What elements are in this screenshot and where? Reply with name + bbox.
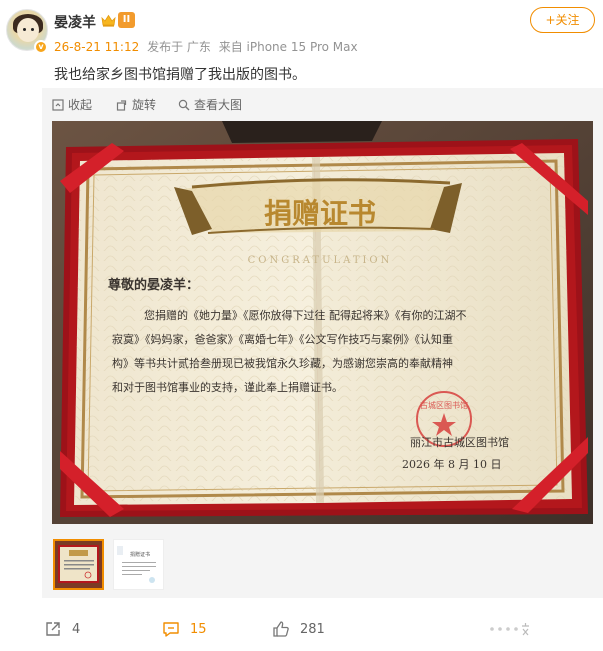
share-icon: [46, 622, 60, 636]
certificate-line-3: 构》等书共计贰拾叁册现已被我馆永久珍藏，为感谢您崇高的奉献精神: [112, 356, 453, 370]
rotate-icon: [116, 99, 127, 111]
verified-badge: v: [34, 40, 48, 54]
crown-icon: [101, 14, 116, 27]
like-icon: [273, 621, 289, 637]
svg-text:古城区图书馆: 古城区图书馆: [420, 400, 468, 410]
post-date[interactable]: 26-8-21 11:12: [54, 40, 139, 54]
certificate-issuer: 丽江市古城区图书馆: [410, 435, 509, 449]
thumbnail-2-title: 捐赠证书: [130, 551, 150, 558]
comment-button[interactable]: 15: [162, 620, 207, 638]
view-large-label: 查看大图: [194, 98, 243, 112]
certificate-line-4: 和对于图书馆事业的支持，谨此奉上捐赠证书。: [112, 380, 343, 394]
certificate-salutation: 尊敬的晏凌羊：: [108, 277, 199, 293]
post-meta: 26-8-21 11:12 发布于 广东 来自 iPhone 15 Pro Ma…: [54, 38, 358, 55]
certificate-image: 捐赠证书 CONGRATULATION 尊敬的晏凌羊： 您捐赠的《她力量》《愿你…: [52, 121, 593, 524]
comment-count: 15: [190, 621, 207, 637]
like-button[interactable]: 281: [272, 620, 325, 638]
like-count: 281: [300, 621, 325, 637]
level-badge: II: [118, 12, 135, 28]
more-icon[interactable]: [488, 620, 532, 638]
zoom-icon: [178, 99, 190, 110]
view-large-button[interactable]: 查看大图: [178, 96, 242, 113]
rotate-button[interactable]: 旋转: [116, 96, 156, 113]
collapse-button[interactable]: 收起: [52, 96, 92, 113]
thumbnail-2[interactable]: 捐赠证书: [113, 539, 164, 590]
certificate-line-1: 您捐赠的《她力量》《愿你放得下过往 配得起将来》《有你的江湖不: [144, 308, 467, 322]
share-button[interactable]: 4: [44, 620, 80, 638]
certificate-line-2: 寂寞》《妈妈家，爸爸家》《离婚七年》《公文写作技巧与案例》《认知重: [112, 332, 453, 346]
certificate-title: 捐赠证书: [264, 197, 376, 230]
post-text: 我也给家乡图书馆捐赠了我出版的图书。: [54, 67, 306, 83]
collapse-label: 收起: [68, 98, 93, 112]
follow-button[interactable]: +关注: [530, 7, 595, 33]
certificate-subtitle: CONGRATULATION: [248, 255, 393, 266]
post-device: 来自 iPhone 15 Pro Max: [218, 40, 358, 54]
username[interactable]: 晏凌羊: [54, 12, 96, 32]
thumbnail-1[interactable]: [53, 539, 104, 590]
certificate-photo[interactable]: 捐赠证书 CONGRATULATION 尊敬的晏凌羊： 您捐赠的《她力量》《愿你…: [52, 121, 593, 524]
comment-icon: [163, 622, 179, 637]
collapse-icon: [52, 98, 64, 111]
weibo-post: v 晏凌羊 II 26-8-21 11:12 发布于 广东 来自 iPhone …: [0, 0, 603, 651]
rotate-label: 旋转: [132, 98, 157, 112]
thumbnail-2-image: 捐赠证书: [114, 540, 163, 589]
share-count: 4: [72, 621, 81, 637]
certificate-date: 2026 年 8 月 10 日: [402, 457, 501, 471]
post-location: 发布于 广东: [147, 40, 211, 54]
action-bar: 4 15 281: [0, 612, 603, 648]
thumbnail-1-image: [55, 541, 102, 588]
